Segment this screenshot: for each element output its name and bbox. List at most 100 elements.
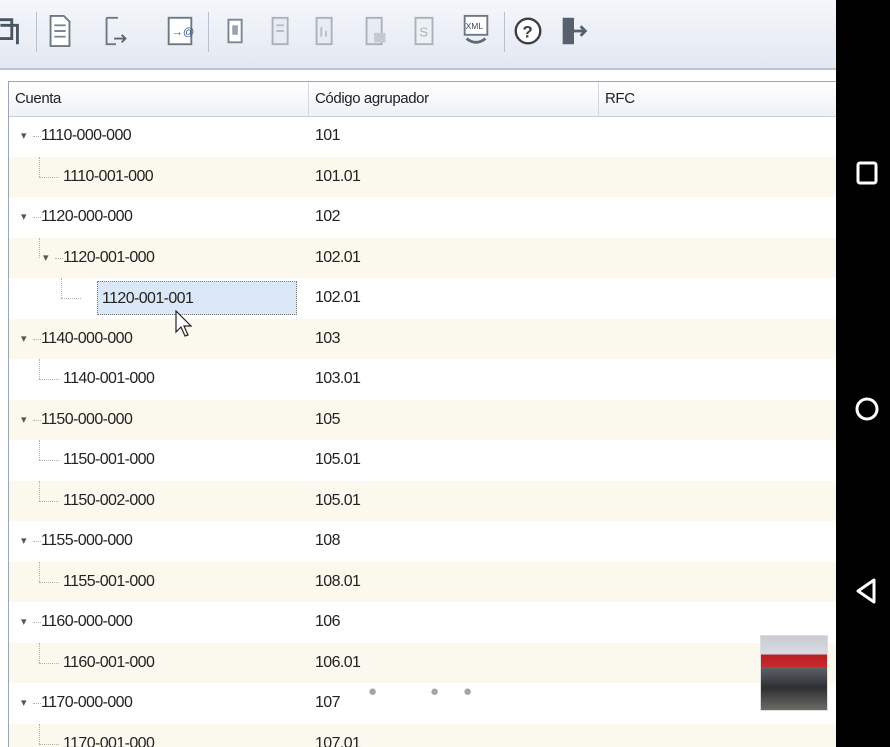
column-header-codigo-agrupador[interactable]: Código agrupador (309, 82, 599, 116)
account-number[interactable]: 1110-000-000 (41, 116, 132, 157)
home-icon[interactable] (852, 394, 882, 424)
table-row[interactable]: ▾ 1140-000-000 103 (9, 318, 836, 360)
account-number[interactable]: 1155-000-000 (41, 521, 133, 562)
email-send-icon: →@ (167, 16, 195, 46)
account-number[interactable]: 1155-001-000 (63, 562, 155, 603)
back-icon[interactable] (852, 576, 882, 606)
tree-connector (39, 460, 59, 461)
grouping-code: 105.01 (315, 491, 361, 509)
tree-connector (61, 278, 62, 298)
tree-connector (39, 561, 40, 582)
currency-icon: S (414, 16, 434, 46)
table-row[interactable]: 1140-001-000 103.01 (9, 359, 836, 400)
window-cascade-button[interactable] (0, 8, 28, 54)
video-thumbnail[interactable] (760, 635, 828, 711)
table-row[interactable]: ▾ 1155-000-000 108 (9, 521, 836, 562)
exit-button[interactable] (554, 8, 594, 54)
table-row[interactable]: 1170-001-000 107.01 (9, 723, 836, 747)
new-document-icon (49, 14, 71, 48)
grid-rows: ▾ 1110-000-000 101 1110-001-000 101.01 ▾ 1120-… (9, 116, 836, 747)
tree-connector (33, 338, 41, 340)
account-number[interactable]: 1160-000-000 (41, 602, 133, 643)
account-number[interactable]: 1150-001-000 (63, 440, 155, 481)
expand-toggle-icon[interactable]: ▾ (21, 333, 31, 344)
toolbar-separator (504, 12, 505, 52)
expand-toggle-icon[interactable]: ▾ (21, 698, 31, 709)
grouping-code: 108.01 (315, 572, 361, 590)
grouping-code: 102 (315, 208, 341, 225)
expand-toggle-icon[interactable]: ▾ (21, 536, 31, 547)
table-row[interactable]: ▾ 1120-001-000 102.01 (9, 237, 836, 279)
table-row[interactable]: ▾ 1150-000-000 105 (9, 399, 836, 441)
currency-button[interactable]: S (404, 8, 444, 54)
help-button[interactable]: ? (508, 8, 548, 54)
copy-button[interactable] (216, 8, 256, 54)
account-number[interactable]: 1150-000-000 (41, 400, 133, 441)
grouping-code: 106 (315, 613, 341, 630)
tree-connector (39, 156, 40, 177)
account-number[interactable]: 1120-001-000 (63, 238, 155, 279)
grouping-code: 103 (315, 329, 341, 347)
account-number[interactable]: 1170-000-000 (41, 683, 133, 724)
tree-connector (39, 176, 59, 178)
tree-connector (39, 440, 40, 460)
report-button[interactable] (306, 8, 346, 54)
grouping-code: 107 (315, 694, 341, 711)
tree-connector (39, 237, 40, 258)
svg-text:S: S (419, 25, 428, 40)
expand-toggle-icon[interactable]: ▾ (21, 414, 31, 425)
account-number[interactable]: 1150-002-000 (63, 481, 155, 522)
edit-document-button[interactable] (262, 8, 302, 54)
account-number[interactable]: 1120-000-000 (41, 197, 133, 238)
xml-button[interactable]: XML (456, 8, 496, 54)
account-tree-grid[interactable]: Cuenta Código agrupador RFC ▾ 1110-000-00… (8, 81, 836, 747)
grouping-code: 105 (315, 410, 341, 428)
svg-text:→@: →@ (172, 27, 195, 39)
tree-connector (33, 136, 41, 137)
table-row[interactable]: ▾ 1160-000-000 106 (9, 602, 836, 643)
table-row[interactable]: 1110-001-000 101.01 (9, 156, 836, 198)
grouping-code: 101.01 (315, 167, 361, 185)
account-number[interactable]: 1160-001-000 (63, 643, 155, 684)
table-row[interactable]: ▾ 1120-000-000 102 (9, 197, 836, 238)
account-number[interactable]: 1110-001-000 (63, 157, 154, 198)
expand-toggle-icon[interactable]: ▾ (21, 617, 31, 628)
grouping-code: 107.01 (315, 734, 361, 747)
toolbar-separator (36, 12, 37, 52)
expand-toggle-icon[interactable]: ▾ (21, 131, 31, 142)
tree-connector (39, 642, 40, 663)
table-row[interactable]: 1155-001-000 108.01 (9, 561, 836, 603)
grouping-code: 102.01 (315, 289, 361, 306)
loading-dot-icon: ● (463, 683, 473, 700)
tree-connector (39, 500, 59, 502)
copy-icon (227, 18, 243, 44)
table-row[interactable]: 1150-002-000 105.01 (9, 480, 836, 522)
edit-document-icon (271, 16, 289, 46)
svg-text:?: ? (522, 23, 532, 42)
table-row[interactable]: 1160-001-000 106.01 (9, 642, 836, 684)
expand-toggle-icon[interactable]: ▾ (21, 212, 31, 223)
account-number[interactable]: 1140-000-000 (41, 319, 133, 360)
recents-icon[interactable] (852, 158, 882, 188)
new-document-button[interactable] (40, 8, 80, 54)
print-button[interactable] (356, 8, 396, 54)
toolbar: →@ S XML? (0, 0, 836, 70)
svg-text:XML: XML (466, 21, 484, 31)
expand-toggle-icon[interactable]: ▾ (43, 252, 53, 263)
exit-icon (562, 17, 588, 45)
tree-connector (55, 257, 63, 259)
account-number[interactable]: 1120-001-001 (97, 281, 297, 315)
table-row[interactable]: ▾ 1110-000-000 101 (9, 116, 836, 157)
email-send-button[interactable]: →@ (160, 8, 200, 54)
column-header-rfc[interactable]: RFC (599, 82, 836, 116)
account-number[interactable]: 1140-001-000 (63, 359, 155, 400)
table-row[interactable]: 1150-001-000 105.01 (9, 440, 836, 481)
table-row[interactable]: ▾ 1170-000-000 107 (9, 683, 836, 724)
print-icon (365, 16, 386, 46)
column-header-cuenta[interactable]: Cuenta (9, 82, 309, 116)
export-icon (105, 16, 127, 46)
export-button[interactable] (96, 8, 136, 54)
table-row[interactable]: 1120-001-001 102.01 (9, 278, 836, 319)
tree-connector (39, 743, 59, 745)
account-number[interactable]: 1170-001-000 (63, 724, 155, 747)
